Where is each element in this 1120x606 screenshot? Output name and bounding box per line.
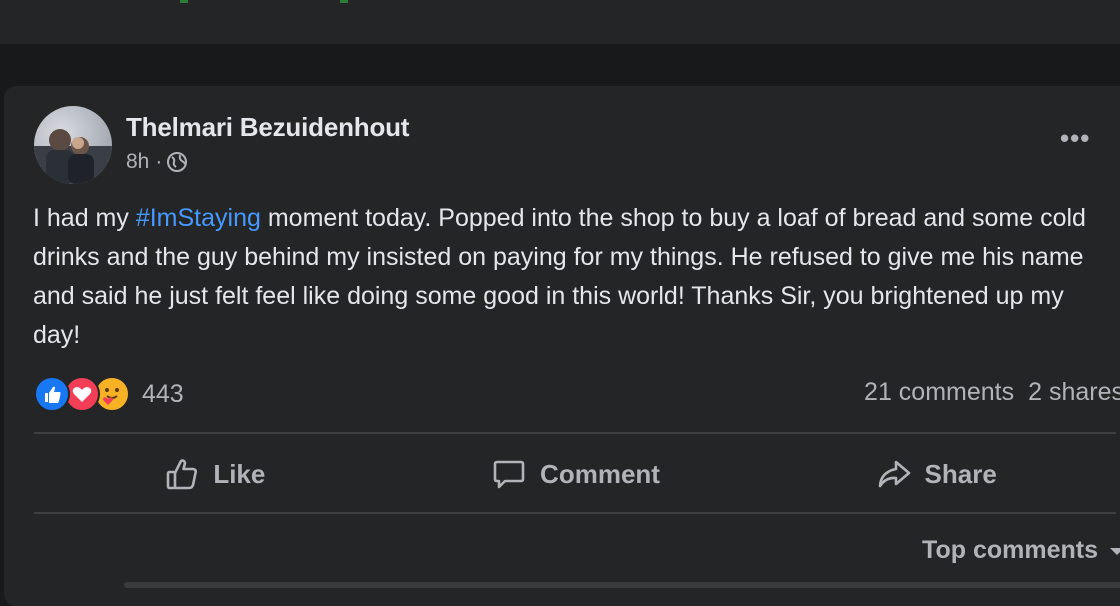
divider (34, 432, 1116, 434)
like-reaction-icon (34, 376, 70, 412)
comment-bubble-icon (493, 460, 525, 489)
caret-down-icon (1110, 547, 1120, 555)
reactions-summary[interactable]: 443 (34, 374, 184, 414)
comment-label: Comment (540, 458, 660, 489)
globe-icon (166, 151, 188, 173)
post-timestamp[interactable]: 8h (126, 150, 149, 174)
top-bar-decoration (160, 0, 560, 4)
hashtag-link[interactable]: #ImStaying (136, 204, 261, 232)
meta-separator: · (155, 150, 163, 173)
post-actions-bar: Like Comment Share (34, 438, 1116, 510)
like-label: Like (213, 458, 266, 489)
share-label: Share (924, 458, 997, 489)
comment-sort-dropdown[interactable]: Top comments (922, 536, 1120, 565)
share-button[interactable]: Share (755, 438, 1116, 510)
more-options-icon[interactable]: ••• (1060, 125, 1100, 151)
comment-button[interactable]: Comment (395, 438, 756, 510)
reaction-count: 443 (142, 379, 184, 408)
engagement-counts: 21 comments 2 shares (864, 378, 1120, 407)
post-meta: 8h · (126, 150, 188, 174)
like-button[interactable]: Like (34, 438, 395, 510)
post-text: I had my #ImStaying moment today. Popped… (33, 199, 1113, 355)
thumbs-up-icon (167, 459, 198, 490)
author-avatar[interactable] (34, 106, 112, 184)
divider (34, 512, 1116, 514)
comment-sort-label: Top comments (922, 536, 1098, 564)
post-card: Thelmari Bezuidenhout 8h · ••• I had my … (4, 86, 1120, 606)
shares-count[interactable]: 2 shares (1028, 378, 1120, 407)
comment-input-edge (124, 582, 1120, 588)
top-bar (0, 0, 1120, 44)
post-text-start: I had my (33, 204, 136, 232)
comments-count[interactable]: 21 comments (864, 378, 1014, 407)
share-arrow-icon (878, 460, 910, 488)
author-name[interactable]: Thelmari Bezuidenhout (126, 112, 409, 143)
